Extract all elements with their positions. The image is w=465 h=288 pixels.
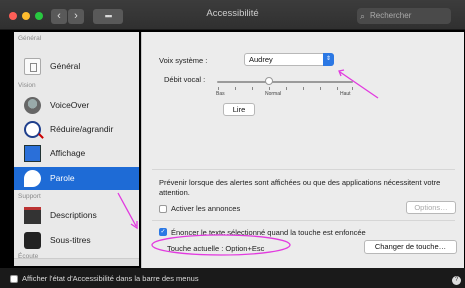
annotation-arrow	[339, 71, 379, 99]
annotation-circle	[151, 234, 291, 256]
annotation-overlay	[117, 69, 379, 256]
annotation-arrow	[117, 192, 137, 227]
